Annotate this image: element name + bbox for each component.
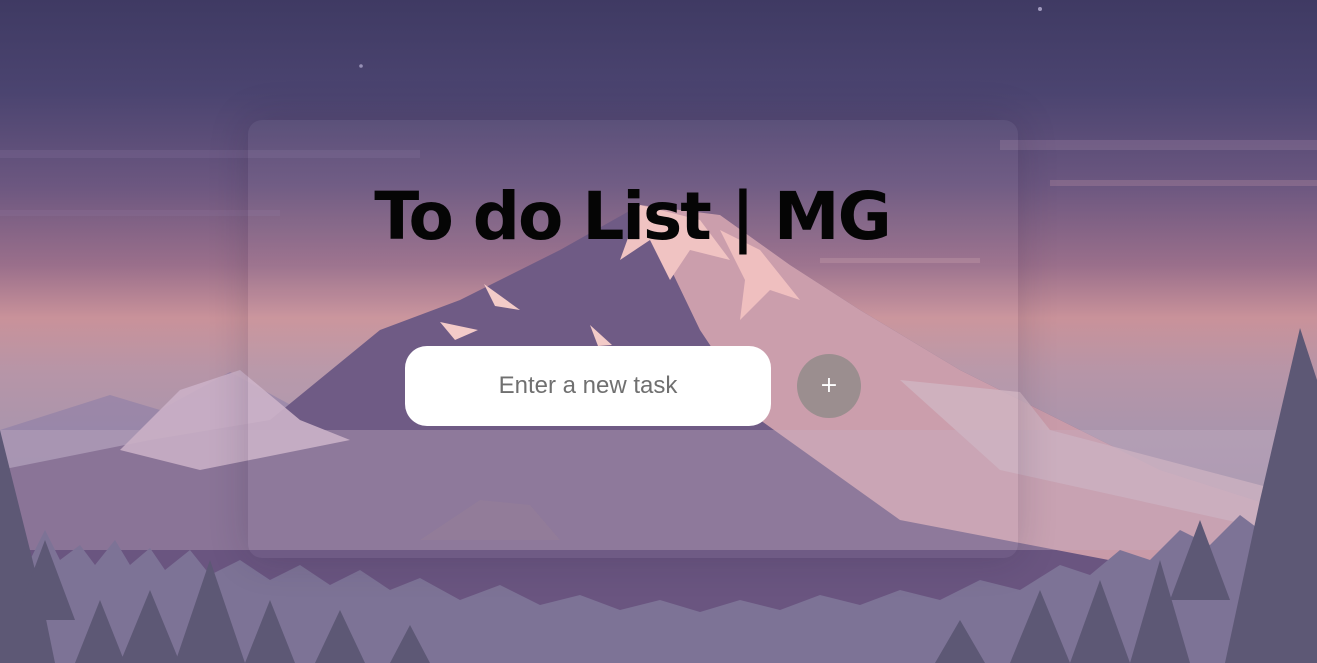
add-task-button[interactable]: + bbox=[797, 354, 861, 418]
page-title: To do List | MG bbox=[374, 178, 892, 255]
new-task-input[interactable] bbox=[405, 346, 771, 426]
